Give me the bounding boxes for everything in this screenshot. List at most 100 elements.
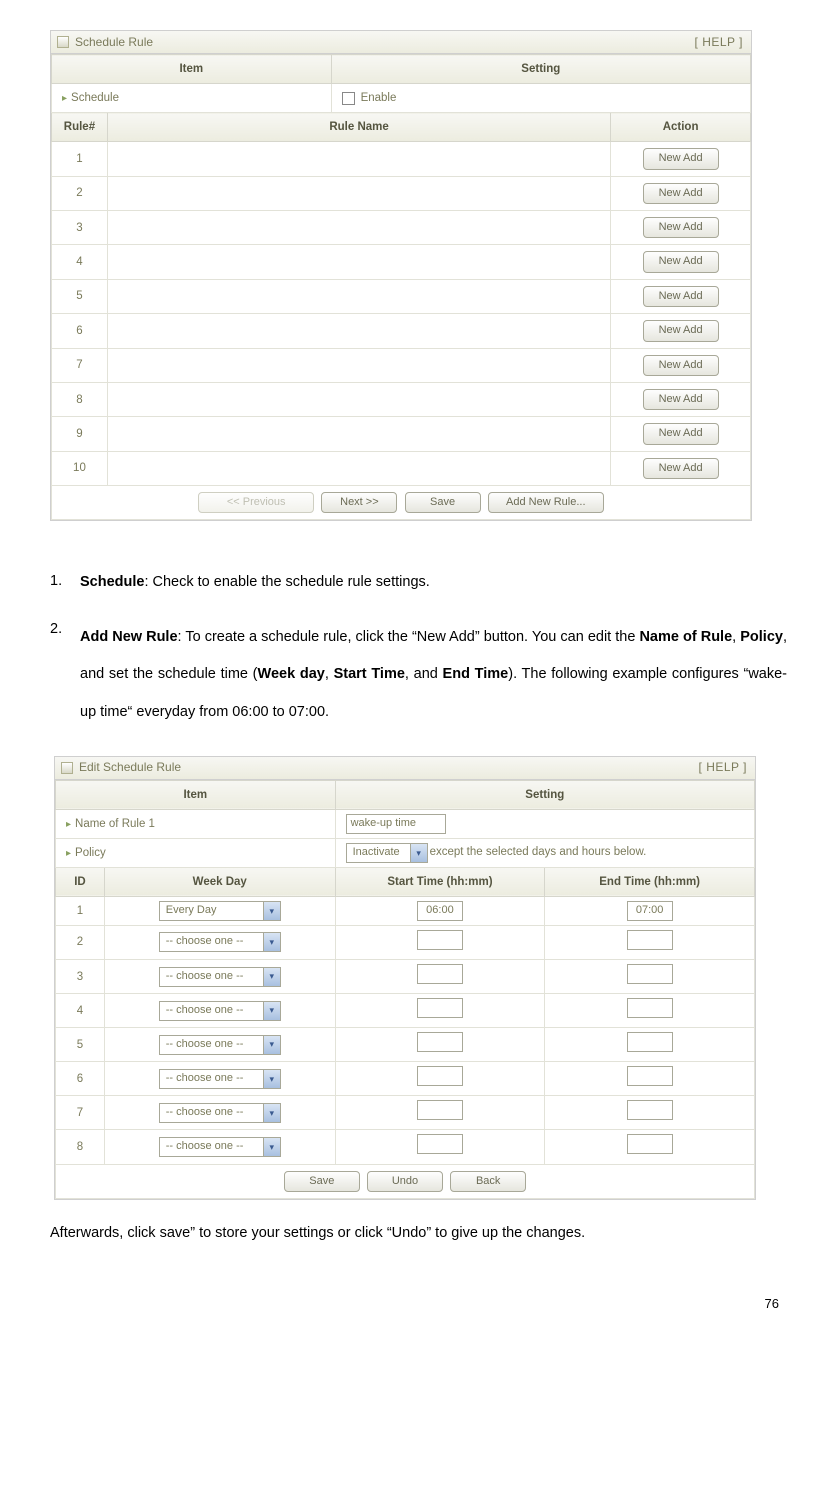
- chevron-down-icon: ▾: [263, 902, 280, 920]
- id-cell: 8: [56, 1130, 105, 1164]
- weekday-cell: -- choose one --▾: [104, 960, 335, 994]
- id-cell: 3: [56, 960, 105, 994]
- new-add-button[interactable]: New Add: [643, 423, 719, 444]
- end-time-input[interactable]: [627, 1134, 673, 1154]
- chevron-down-icon: ▾: [410, 844, 427, 862]
- new-add-button[interactable]: New Add: [643, 355, 719, 376]
- prev-button: << Previous: [198, 492, 314, 513]
- new-add-button[interactable]: New Add: [643, 183, 719, 204]
- weekday-cell: -- choose one --▾: [104, 1096, 335, 1130]
- enable-checkbox[interactable]: [342, 92, 355, 105]
- row-schedule-label: ▸Schedule: [52, 84, 332, 113]
- end-cell: [545, 1130, 755, 1164]
- add-new-rule-button[interactable]: Add New Rule...: [488, 492, 604, 513]
- start-cell: [335, 994, 545, 1028]
- rule-num: 4: [52, 245, 108, 279]
- end-time-input[interactable]: [627, 1032, 673, 1052]
- panel2-footer: Save Undo Back: [56, 1164, 755, 1198]
- start-time-input[interactable]: [417, 1100, 463, 1120]
- start-time-input[interactable]: [417, 1032, 463, 1052]
- instruction-1-num: 1.: [50, 571, 80, 594]
- weekday-cell: -- choose one --▾: [104, 1130, 335, 1164]
- rule-name-cell: [107, 314, 610, 348]
- rule-num: 5: [52, 279, 108, 313]
- action-cell: New Add: [611, 142, 751, 176]
- policy-setting: Inactivate▾except the selected days and …: [335, 838, 754, 867]
- weekday-select[interactable]: -- choose one --▾: [159, 1069, 281, 1089]
- rule-name-input[interactable]: wake-up time: [346, 814, 446, 834]
- back-button[interactable]: Back: [450, 1171, 526, 1192]
- weekday-cell: -- choose one --▾: [104, 925, 335, 959]
- new-add-button[interactable]: New Add: [643, 458, 719, 479]
- table-row: 5 New Add: [52, 279, 751, 313]
- new-add-button[interactable]: New Add: [643, 217, 719, 238]
- end-cell: 07:00: [545, 896, 755, 925]
- bullet-icon: ▸: [62, 93, 67, 104]
- end-time-input[interactable]: [627, 1100, 673, 1120]
- new-add-button[interactable]: New Add: [643, 286, 719, 307]
- start-time-input[interactable]: [417, 964, 463, 984]
- schedule-table: Item Setting ▸Schedule Enable Rule# Rule…: [51, 54, 751, 520]
- end-time-input[interactable]: [627, 998, 673, 1018]
- new-add-button[interactable]: New Add: [643, 389, 719, 410]
- weekday-select[interactable]: -- choose one --▾: [159, 932, 281, 952]
- weekday-select[interactable]: -- choose one --▾: [159, 1137, 281, 1157]
- action-cell: New Add: [611, 245, 751, 279]
- collapse-icon[interactable]: [61, 762, 73, 774]
- chevron-down-icon: ▾: [263, 1036, 280, 1054]
- help-link[interactable]: [ HELP ]: [699, 759, 747, 776]
- end-time-input[interactable]: [627, 964, 673, 984]
- start-time-input[interactable]: [417, 1134, 463, 1154]
- start-time-input[interactable]: [417, 930, 463, 950]
- instruction-1-text: Schedule: Check to enable the schedule r…: [80, 571, 787, 594]
- undo-button[interactable]: Undo: [367, 1171, 443, 1192]
- action-cell: New Add: [611, 176, 751, 210]
- table-row: 8 -- choose one --▾: [56, 1130, 755, 1164]
- weekday-select[interactable]: -- choose one --▾: [159, 1103, 281, 1123]
- rule-name-cell: [107, 279, 610, 313]
- policy-select[interactable]: Inactivate▾: [346, 843, 428, 863]
- new-add-button[interactable]: New Add: [643, 251, 719, 272]
- start-cell: [335, 1096, 545, 1130]
- start-cell: [335, 1062, 545, 1096]
- rule-num: 2: [52, 176, 108, 210]
- new-add-button[interactable]: New Add: [643, 320, 719, 341]
- bullet-icon: ▸: [66, 848, 71, 859]
- policy-label: ▸Policy: [56, 838, 336, 867]
- save-button[interactable]: Save: [284, 1171, 360, 1192]
- help-link[interactable]: [ HELP ]: [695, 34, 743, 51]
- panel-title: Schedule Rule: [75, 34, 695, 51]
- th-start: Start Time (hh:mm): [335, 867, 545, 896]
- chevron-down-icon: ▾: [263, 1070, 280, 1088]
- new-add-button[interactable]: New Add: [643, 148, 719, 169]
- collapse-icon[interactable]: [57, 36, 69, 48]
- save-button[interactable]: Save: [405, 492, 481, 513]
- weekday-cell: -- choose one --▾: [104, 994, 335, 1028]
- th-week: Week Day: [104, 867, 335, 896]
- row-schedule-setting: Enable: [331, 84, 750, 113]
- rule-num: 1: [52, 142, 108, 176]
- start-cell: 06:00: [335, 896, 545, 925]
- end-time-input[interactable]: 07:00: [627, 901, 673, 921]
- weekday-cell: -- choose one --▾: [104, 1028, 335, 1062]
- end-time-input[interactable]: [627, 1066, 673, 1086]
- panel1-footer: << Previous Next >> Save Add New Rule...: [52, 486, 751, 520]
- weekday-select[interactable]: Every Day▾: [159, 901, 281, 921]
- table-row: 4-- choose one --▾: [56, 994, 755, 1028]
- next-button[interactable]: Next >>: [321, 492, 397, 513]
- end-time-input[interactable]: [627, 930, 673, 950]
- start-time-input[interactable]: [417, 1066, 463, 1086]
- afterwards-text: Afterwards, click save” to store your se…: [50, 1222, 787, 1245]
- panel2-title: Edit Schedule Rule: [79, 759, 699, 776]
- rule-name-cell: [107, 142, 610, 176]
- weekday-select[interactable]: -- choose one --▾: [159, 1035, 281, 1055]
- instruction-2-text: Add New Rule: To create a schedule rule,…: [80, 619, 787, 732]
- start-time-input[interactable]: 06:00: [417, 901, 463, 921]
- th-setting2: Setting: [335, 780, 754, 809]
- th-end: End Time (hh:mm): [545, 867, 755, 896]
- start-time-input[interactable]: [417, 998, 463, 1018]
- weekday-select[interactable]: -- choose one --▾: [159, 1001, 281, 1021]
- id-cell: 7: [56, 1096, 105, 1130]
- end-cell: [545, 960, 755, 994]
- weekday-select[interactable]: -- choose one --▾: [159, 967, 281, 987]
